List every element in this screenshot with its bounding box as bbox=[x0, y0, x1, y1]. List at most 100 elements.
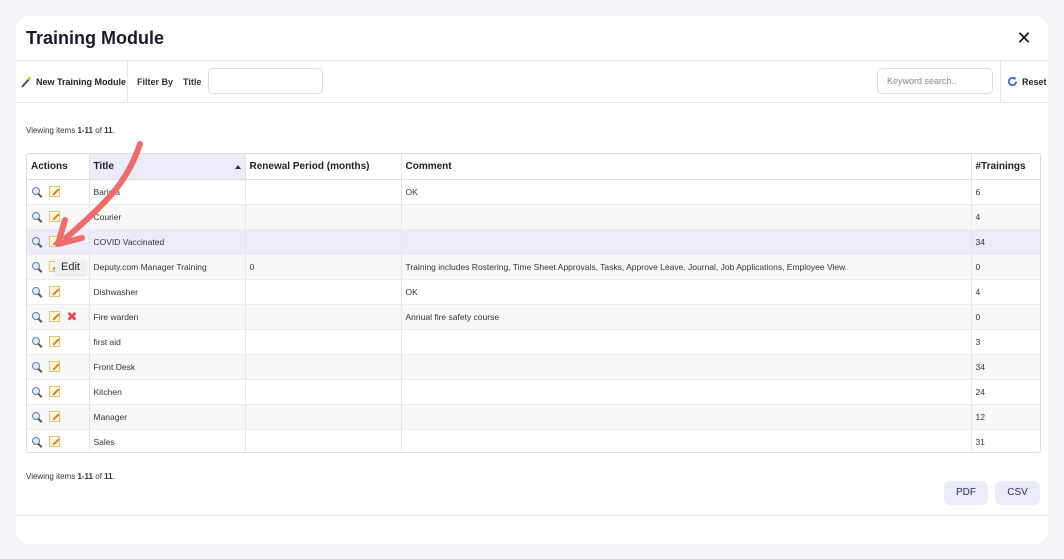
title-filter-label: Title bbox=[183, 77, 202, 87]
table-row[interactable]: Kitchen 24 bbox=[27, 379, 1040, 405]
row-comment bbox=[401, 404, 972, 430]
row-renewal bbox=[245, 429, 402, 452]
reset-button[interactable]: Reset bbox=[1000, 61, 1048, 102]
edit-tooltip: Edit bbox=[55, 259, 86, 275]
edit-icon[interactable] bbox=[49, 411, 60, 422]
view-icon[interactable] bbox=[31, 386, 43, 398]
viewing-items-bottom: Viewing items 1-11 of 11. bbox=[26, 472, 115, 481]
pdf-button[interactable]: PDF bbox=[944, 481, 988, 505]
table-row[interactable]: ✖ Fire warden Annual fire safety course 0 bbox=[27, 304, 1040, 330]
csv-button[interactable]: CSV bbox=[995, 481, 1040, 505]
title-filter-input[interactable] bbox=[208, 68, 323, 94]
divider bbox=[16, 515, 1048, 516]
view-icon[interactable] bbox=[31, 261, 43, 273]
table-row[interactable]: COVID Vaccinated 34 bbox=[27, 229, 1040, 255]
column-header-renewal[interactable]: Renewal Period (months) bbox=[245, 154, 402, 180]
sort-ascending-icon bbox=[234, 165, 241, 169]
row-renewal bbox=[245, 279, 402, 305]
view-icon[interactable] bbox=[31, 336, 43, 348]
close-icon[interactable]: ✕ bbox=[1014, 28, 1034, 48]
view-icon[interactable] bbox=[31, 236, 43, 248]
row-trainings: 34 bbox=[971, 229, 1040, 255]
toolbar: New Training Module Filter By Title Rese… bbox=[16, 60, 1048, 103]
row-comment bbox=[401, 379, 972, 405]
table-row[interactable]: first aid 3 bbox=[27, 329, 1040, 355]
delete-icon[interactable]: ✖ bbox=[66, 310, 78, 323]
row-trainings: 34 bbox=[971, 354, 1040, 380]
row-trainings: 3 bbox=[971, 329, 1040, 355]
row-trainings: 4 bbox=[971, 279, 1040, 305]
edit-icon[interactable] bbox=[49, 236, 60, 247]
table-header-row: Actions Title Renewal Period (months) Co… bbox=[27, 154, 1040, 180]
view-icon[interactable] bbox=[31, 211, 43, 223]
view-icon[interactable] bbox=[31, 286, 43, 298]
table-row[interactable]: Front Desk 34 bbox=[27, 354, 1040, 380]
edit-icon[interactable] bbox=[49, 186, 60, 197]
column-header-comment[interactable]: Comment bbox=[401, 154, 972, 180]
edit-icon[interactable] bbox=[49, 436, 60, 447]
table-row[interactable]: Dishwasher OK 4 bbox=[27, 279, 1040, 305]
row-title: Courier bbox=[89, 204, 246, 230]
viewing-items-top: Viewing items 1-11 of 11. bbox=[26, 126, 115, 135]
row-actions bbox=[27, 429, 90, 452]
row-title: Front Desk bbox=[89, 354, 246, 380]
column-header-actions: Actions bbox=[27, 154, 90, 180]
view-icon[interactable] bbox=[31, 186, 43, 198]
row-comment: OK bbox=[401, 179, 972, 205]
training-table: Actions Title Renewal Period (months) Co… bbox=[26, 153, 1041, 453]
row-actions bbox=[27, 229, 90, 255]
row-renewal bbox=[245, 229, 402, 255]
refresh-icon bbox=[1007, 76, 1018, 87]
view-icon[interactable] bbox=[31, 436, 43, 448]
edit-icon[interactable] bbox=[49, 386, 60, 397]
row-actions bbox=[27, 279, 90, 305]
row-comment bbox=[401, 329, 972, 355]
row-trainings: 0 bbox=[971, 254, 1040, 280]
new-training-module-label: New Training Module bbox=[36, 76, 127, 87]
table-row[interactable]: Courier 4 bbox=[27, 204, 1040, 230]
view-icon[interactable] bbox=[31, 361, 43, 373]
reset-label: Reset bbox=[1022, 76, 1047, 87]
row-actions bbox=[27, 204, 90, 230]
table-row[interactable]: Manager 12 bbox=[27, 404, 1040, 430]
row-renewal bbox=[245, 304, 402, 330]
row-title: Deputy.com Manager Training bbox=[89, 254, 246, 280]
row-renewal bbox=[245, 404, 402, 430]
row-comment: Annual fire safety course bbox=[401, 304, 972, 330]
row-renewal bbox=[245, 379, 402, 405]
row-title: Kitchen bbox=[89, 379, 246, 405]
row-trainings: 31 bbox=[971, 429, 1040, 452]
keyword-search-input[interactable] bbox=[877, 68, 993, 94]
row-comment: Training includes Rostering, Time Sheet … bbox=[401, 254, 972, 280]
row-title: COVID Vaccinated bbox=[89, 229, 246, 255]
row-renewal bbox=[245, 204, 402, 230]
row-renewal bbox=[245, 329, 402, 355]
training-module-modal: Training Module ✕ New Training Module Fi… bbox=[16, 16, 1048, 544]
edit-icon[interactable] bbox=[49, 336, 60, 347]
row-comment bbox=[401, 204, 972, 230]
row-comment bbox=[401, 229, 972, 255]
row-trainings: 4 bbox=[971, 204, 1040, 230]
row-renewal bbox=[245, 354, 402, 380]
magic-wand-icon bbox=[20, 76, 32, 88]
edit-icon[interactable] bbox=[49, 286, 60, 297]
filter-by-label: Filter By bbox=[137, 77, 174, 87]
new-training-module-button[interactable]: New Training Module bbox=[16, 61, 128, 102]
row-trainings: 24 bbox=[971, 379, 1040, 405]
row-trainings: 0 bbox=[971, 304, 1040, 330]
view-icon[interactable] bbox=[31, 411, 43, 423]
edit-icon[interactable] bbox=[49, 211, 60, 222]
table-row[interactable]: Deputy.com Manager Training 0 Training inc… bbox=[27, 254, 1040, 280]
row-actions bbox=[27, 329, 90, 355]
column-header-title[interactable]: Title bbox=[89, 154, 246, 180]
table-row[interactable]: Barista OK 6 bbox=[27, 179, 1040, 205]
row-title: Dishwasher bbox=[89, 279, 246, 305]
edit-icon[interactable] bbox=[49, 361, 60, 372]
column-header-trainings[interactable]: #Trainings bbox=[971, 154, 1040, 180]
row-trainings: 6 bbox=[971, 179, 1040, 205]
row-title: first aid bbox=[89, 329, 246, 355]
table-row[interactable]: Sales 31 bbox=[27, 429, 1040, 452]
edit-icon[interactable] bbox=[49, 311, 60, 322]
view-icon[interactable] bbox=[31, 311, 43, 323]
row-actions bbox=[27, 354, 90, 380]
